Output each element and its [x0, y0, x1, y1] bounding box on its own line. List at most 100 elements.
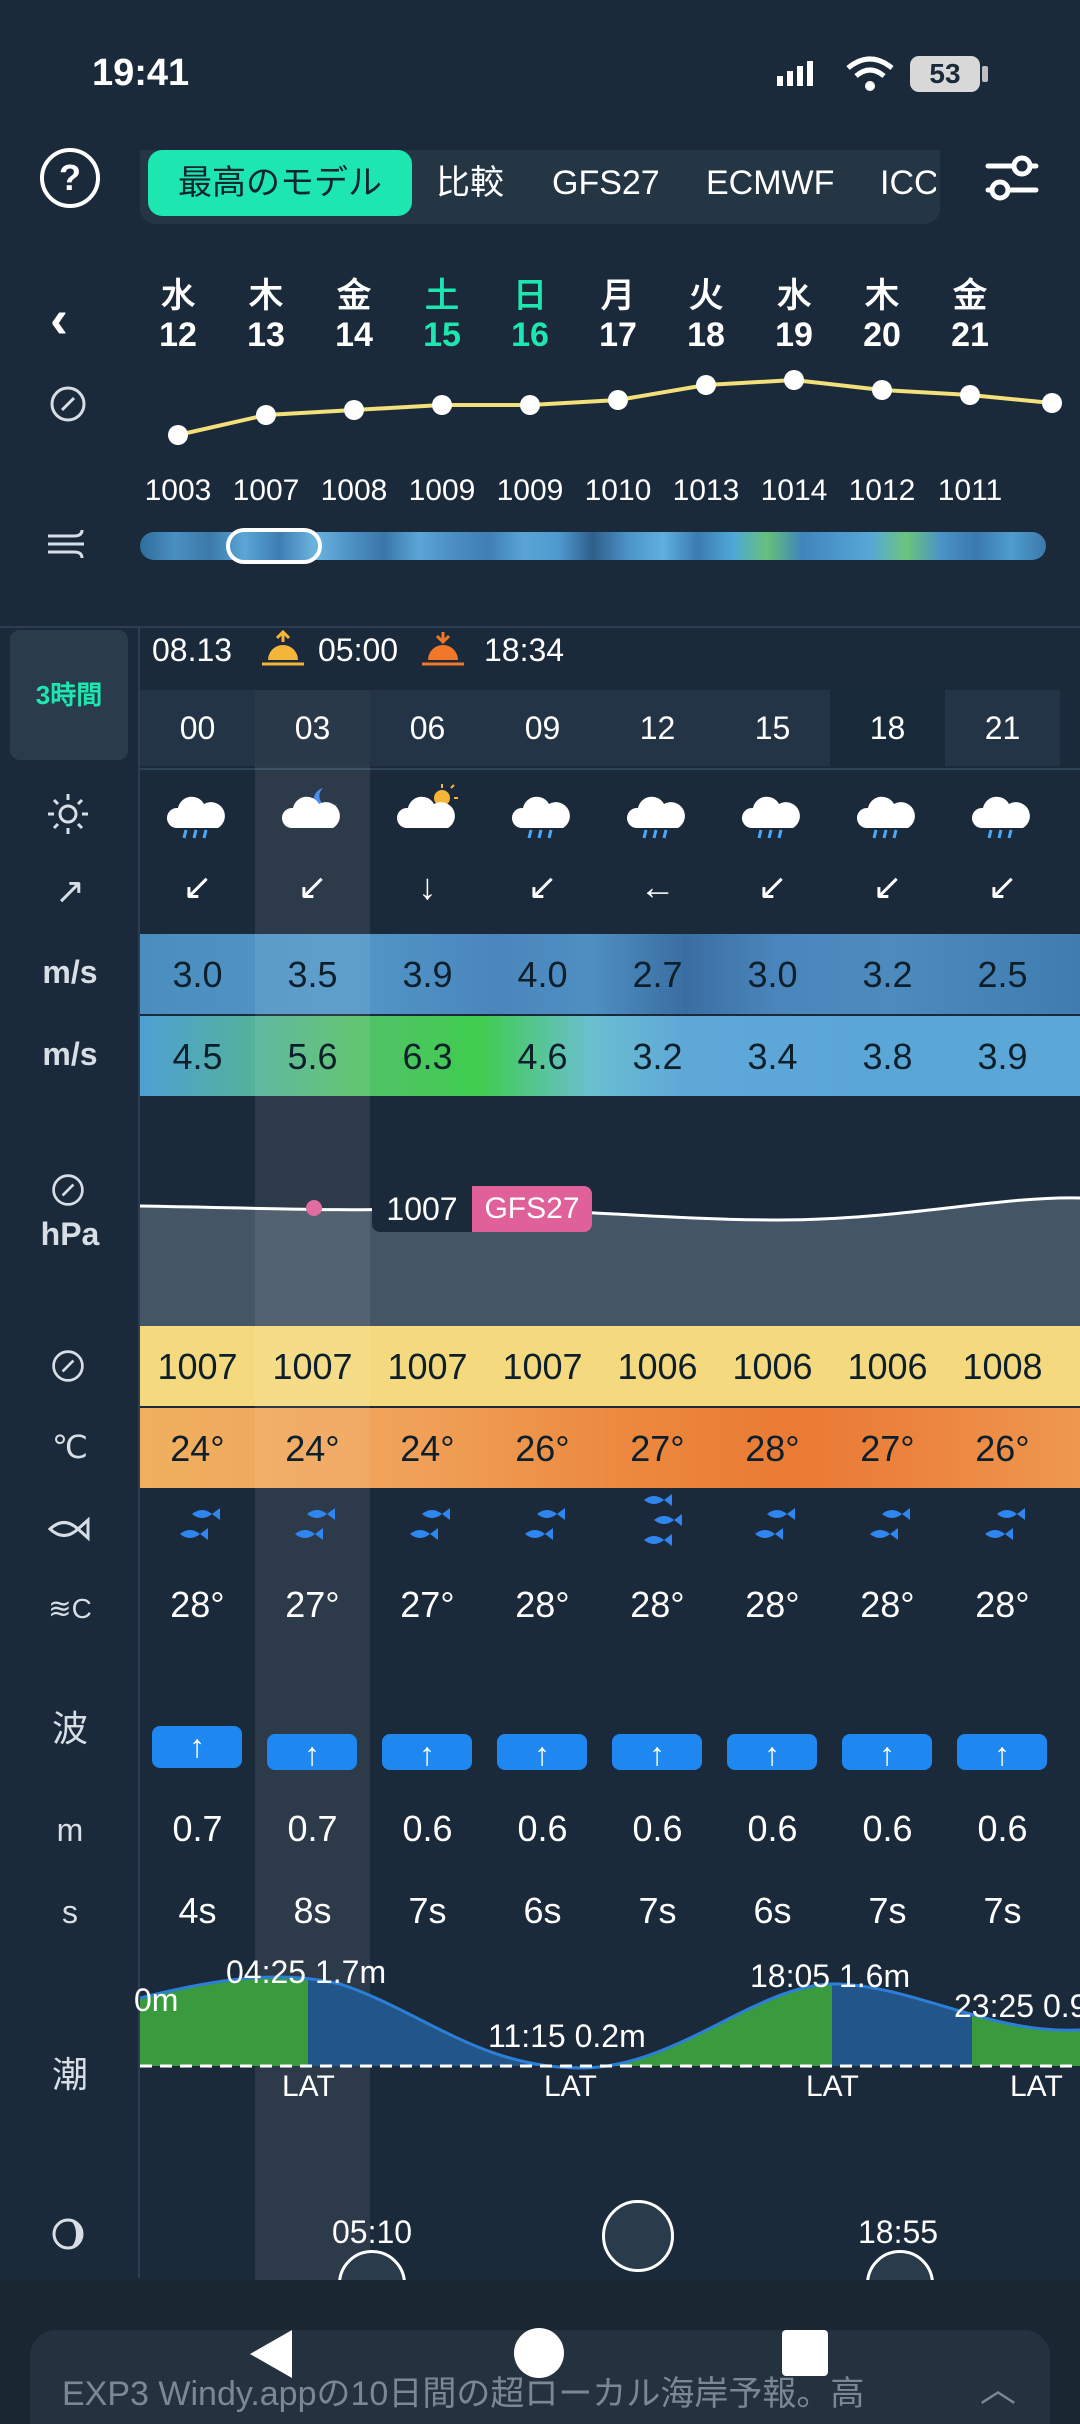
- hour-header-06[interactable]: 06: [370, 690, 485, 766]
- nav-home-button[interactable]: [514, 2328, 564, 2378]
- day-number-2[interactable]: 14: [314, 316, 394, 355]
- daily-pressure-value: 1013: [672, 474, 740, 507]
- tide-label: 潮: [51, 2054, 88, 2095]
- day-number-3[interactable]: 15: [402, 316, 482, 355]
- day-number-4[interactable]: 16: [490, 316, 570, 355]
- daily-pressure-value: 1008: [320, 474, 388, 507]
- fish-activity-icon: [644, 1494, 682, 1546]
- hour-header-21[interactable]: 21: [945, 690, 1060, 766]
- daily-pressure-value: 1007: [232, 474, 300, 507]
- cloud-rain-icon: [166, 796, 225, 839]
- fish-activity-icon: [180, 1508, 220, 1540]
- fish-activity-icon: [870, 1508, 910, 1540]
- day-name-5[interactable]: 月: [578, 268, 658, 317]
- day-name-6[interactable]: 火: [666, 268, 746, 317]
- pressure-model-badge: GFS27: [472, 1186, 592, 1232]
- pressure-value: 1008: [962, 1346, 1043, 1387]
- hour-header-12[interactable]: 12: [600, 690, 715, 766]
- day-name-0[interactable]: 水: [138, 268, 218, 317]
- wind-timeline-selector[interactable]: [226, 528, 322, 564]
- ad-expand-icon[interactable]: ︿: [980, 2360, 1016, 2412]
- pressure-compass-icon: [50, 386, 86, 422]
- day-name-1[interactable]: 木: [226, 268, 306, 317]
- filter-settings-icon[interactable]: [984, 150, 1040, 206]
- temperature-value: 24°: [285, 1428, 340, 1469]
- temperature-value: 27°: [860, 1428, 915, 1469]
- pressure-value: 1006: [617, 1346, 698, 1387]
- temperature-unit: ℃: [52, 1429, 88, 1465]
- wind-speed-value: 4.0: [517, 954, 568, 995]
- wind-speed-unit: m/s: [42, 954, 98, 990]
- wave-period-unit: s: [62, 1894, 78, 1930]
- status-clock: 19:41: [92, 52, 190, 94]
- water-temp-value: 27°: [400, 1584, 455, 1625]
- day-number-5[interactable]: 17: [578, 316, 658, 355]
- day-name-7[interactable]: 水: [754, 268, 834, 317]
- tab-ecmwf[interactable]: ECMWF: [706, 150, 834, 216]
- hour-header-18[interactable]: 18: [830, 690, 945, 766]
- wind-direction-arrow: ↙: [987, 866, 1018, 907]
- daily-pressure-point: [696, 375, 716, 395]
- day-number-9[interactable]: 21: [930, 316, 1010, 355]
- temperature-value: 28°: [745, 1428, 800, 1469]
- pressure-value: 1007: [272, 1346, 353, 1387]
- tab-icon[interactable]: ICC: [880, 150, 936, 216]
- wind-speed-value: 3.0: [747, 954, 798, 995]
- tab-gfs27[interactable]: GFS27: [552, 150, 660, 216]
- day-number-7[interactable]: 19: [754, 316, 834, 355]
- pressure-table-compass-icon: [52, 1350, 84, 1382]
- pressure-value: 1007: [387, 1346, 468, 1387]
- day-number-1[interactable]: 13: [226, 316, 306, 355]
- wind-direction-arrow: ↙: [527, 866, 558, 907]
- wind-speed-value: 2.5: [977, 954, 1028, 995]
- day-name-4[interactable]: 日: [490, 268, 570, 317]
- daily-pressure-chart: [168, 370, 1062, 445]
- gust-unit: m/s: [42, 1036, 98, 1072]
- cloud-rain-icon: [511, 796, 570, 839]
- pressure-value: 1007: [157, 1346, 238, 1387]
- day-number-6[interactable]: 18: [666, 316, 746, 355]
- cloud-rain-icon: [971, 796, 1030, 839]
- wave-period-value: 7s: [638, 1890, 677, 1931]
- water-temp-value: 28°: [975, 1584, 1030, 1625]
- tide-lat-3: LAT: [806, 2070, 859, 2103]
- day-name-2[interactable]: 金: [314, 268, 394, 317]
- interval-button[interactable]: 3時間: [10, 630, 128, 760]
- day-number-0[interactable]: 12: [138, 316, 218, 355]
- tab-compare[interactable]: 比較: [436, 150, 504, 216]
- hour-header-09[interactable]: 09: [485, 690, 600, 766]
- nav-back-icon[interactable]: [246, 2326, 296, 2382]
- wave-period-value: 7s: [983, 1890, 1022, 1931]
- daily-pressure-point: [960, 385, 980, 405]
- daily-pressure-point: [344, 400, 364, 420]
- day-name-3[interactable]: 土: [402, 268, 482, 317]
- day-name-9[interactable]: 金: [930, 268, 1010, 317]
- temperature-value: 27°: [630, 1428, 685, 1469]
- wind-gust-value: 5.6: [287, 1036, 338, 1077]
- nav-recents-button[interactable]: [782, 2330, 828, 2376]
- cloud-sun-icon: [396, 784, 458, 828]
- wave-period-value: 6s: [753, 1890, 792, 1931]
- wave-height-value: 0.6: [402, 1808, 453, 1849]
- tide-annotation-high1: 04:25 1.7m: [226, 1954, 387, 1990]
- hour-header-00[interactable]: 00: [140, 690, 255, 766]
- day-number-8[interactable]: 20: [842, 316, 922, 355]
- day-name-8[interactable]: 木: [842, 268, 922, 317]
- wave-height-value: 0.6: [517, 1808, 568, 1849]
- tab-best-model[interactable]: 最高のモデル: [148, 150, 412, 216]
- hour-header-15[interactable]: 15: [715, 690, 830, 766]
- wave-direction-icon: ↑: [382, 1734, 472, 1772]
- daily-pressure-point: [432, 395, 452, 415]
- moonset-time: 18:55: [858, 2214, 939, 2250]
- wind-speed-value: 2.7: [632, 954, 683, 995]
- sunset-icon: [422, 632, 464, 666]
- forecast-divider: [0, 626, 1080, 628]
- cloud-rain-icon: [856, 796, 915, 839]
- fish-activity-icon: [410, 1508, 450, 1540]
- wind-speed-value: 3.5: [287, 954, 338, 995]
- wave-height-value: 0.6: [862, 1808, 913, 1849]
- back-chevron-icon[interactable]: ‹: [50, 288, 68, 350]
- ad-text: EXP3 Windy.appの10日間の超ローカル海岸予報。高: [62, 2375, 865, 2413]
- help-button[interactable]: ?: [40, 148, 100, 208]
- daily-pressure-point: [520, 395, 540, 415]
